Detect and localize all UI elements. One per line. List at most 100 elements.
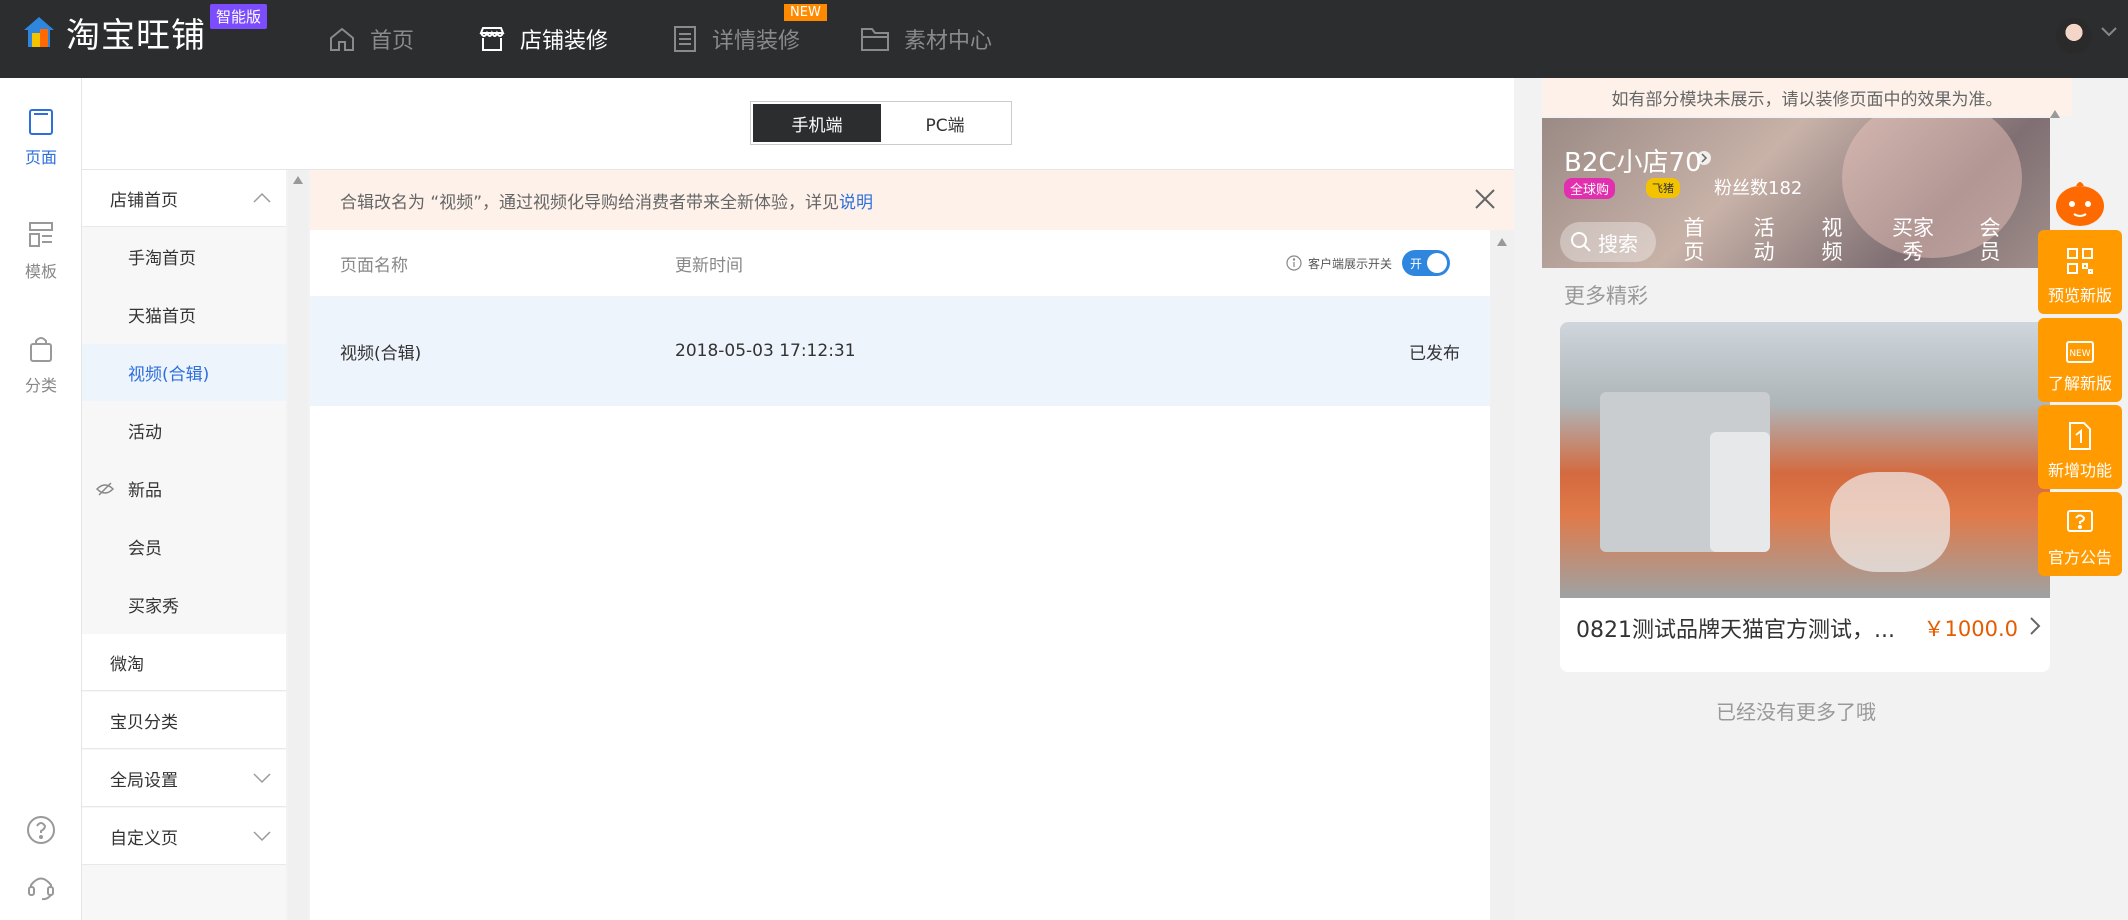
tree-item-label: 新品	[128, 481, 162, 501]
preview-new-version-button[interactable]: 预览新版	[2038, 230, 2122, 314]
tree-item-custom-page[interactable]: 自定义页	[82, 808, 286, 865]
shop-name[interactable]: B2C小店70	[1564, 142, 1702, 179]
rail-item-pages[interactable]: 页面	[0, 108, 82, 168]
search-label: 搜索	[1598, 231, 1638, 256]
tree-item-global-settings[interactable]: 全局设置	[82, 750, 286, 807]
chevron-down-icon[interactable]	[2100, 26, 2118, 38]
no-more-text: 已经没有更多了哦	[1716, 700, 1876, 724]
nav-detail-decoration[interactable]: 详情装修	[672, 20, 800, 58]
tree-item-mobile-home[interactable]: 手淘首页	[82, 228, 286, 285]
chevron-down-icon[interactable]	[252, 830, 272, 842]
chevron-right-icon	[2030, 617, 2041, 635]
video-thumbnail	[1560, 322, 2050, 598]
col-header-name: 页面名称	[340, 255, 408, 276]
scroll-up-arrow-icon[interactable]	[1497, 238, 1507, 246]
learn-new-version-button[interactable]: NEW 了解新版	[2038, 318, 2122, 402]
store-icon	[479, 27, 505, 51]
template-icon	[29, 222, 53, 247]
shop-tab-buyer-show[interactable]: 买家秀	[1882, 216, 1944, 264]
card-title: 0821测试品牌天猫官方测试，...	[1576, 618, 1895, 643]
logo-text: 淘宝旺铺	[66, 15, 206, 56]
home-icon	[330, 27, 354, 51]
tree-item-video-collection[interactable]: 视频(合辑)	[82, 344, 286, 401]
svg-text:NEW: NEW	[2069, 349, 2090, 359]
tree-item-weitao[interactable]: 微淘	[82, 634, 286, 691]
tree-item-label: 会员	[128, 539, 162, 559]
tree-item-tmall-home[interactable]: 天猫首页	[82, 286, 286, 343]
global-buy-badge: 全球购	[1564, 178, 1616, 199]
tree-item-label: 宝贝分类	[110, 712, 178, 733]
page-tree: 店铺首页 手淘首页 天猫首页 视频(合辑) 活动 新品 会员 买家秀 微淘 宝贝…	[82, 170, 286, 920]
tree-item-buyer-show[interactable]: 买家秀	[82, 576, 286, 633]
official-announcement-button[interactable]: 官方公告	[2038, 492, 2122, 576]
qr-code-icon	[2067, 248, 2093, 274]
float-button-label: 预览新版	[2047, 286, 2112, 305]
thumbnail-bag	[1830, 472, 1950, 572]
tree-item-label: 活动	[128, 423, 162, 443]
rail-item-pages-label: 页面	[24, 148, 57, 167]
tree-item-new-products[interactable]: 新品	[82, 460, 286, 517]
edition-badge: 智能版	[210, 4, 268, 29]
mobile-tab[interactable]: 手机端	[753, 104, 881, 142]
display-toggle[interactable]: 开	[1402, 250, 1450, 276]
folder-icon	[861, 28, 889, 51]
row-status: 已发布	[1409, 343, 1460, 364]
shop-tab-member[interactable]: 会员	[1970, 216, 2010, 264]
new-icon: NEW	[2066, 341, 2094, 363]
shop-tab-activity[interactable]: 活动	[1744, 216, 1784, 264]
user-avatar[interactable]	[2056, 18, 2092, 54]
tree-item-activity[interactable]: 活动	[82, 402, 286, 459]
logo[interactable]: 淘宝旺铺	[22, 10, 206, 56]
tree-item-shop-home[interactable]: 店铺首页	[82, 170, 286, 227]
notice-link[interactable]: 说明	[839, 188, 873, 213]
pc-tab[interactable]: PC端	[881, 104, 1009, 142]
more-section-title: 更多精彩	[1564, 284, 1648, 308]
nav-detail-decoration-label: 详情装修	[712, 29, 801, 54]
chevron-up-icon[interactable]	[252, 192, 272, 204]
info-icon	[1286, 255, 1302, 271]
tree-item-label: 天猫首页	[128, 307, 196, 327]
document-icon	[2069, 422, 2091, 450]
tree-item-label: 买家秀	[128, 597, 179, 617]
chevron-right-icon[interactable]	[1696, 150, 1712, 166]
shop-tab-home[interactable]: 首页	[1674, 216, 1714, 264]
float-button-label: 了解新版	[2047, 374, 2112, 393]
tree-item-product-category[interactable]: 宝贝分类	[82, 692, 286, 749]
tree-item-label: 自定义页	[110, 828, 178, 849]
table-row[interactable]: 视频(合辑) 2018-05-03 17:12:31 已发布	[310, 296, 1490, 406]
list-scrollbar[interactable]	[1490, 230, 1514, 920]
nav-shop-decoration-label: 店铺装修	[520, 29, 609, 54]
tree-item-label: 微淘	[110, 654, 144, 675]
preview-tip: 如有部分模块未展示，请以装修页面中的效果为准。	[1542, 78, 2072, 116]
new-tag: NEW	[784, 4, 827, 21]
scroll-up-arrow-icon[interactable]	[2050, 110, 2060, 118]
eye-hidden-icon	[96, 481, 114, 496]
help-icon[interactable]	[25, 814, 57, 846]
headset-icon[interactable]	[25, 870, 57, 902]
nav-material-center[interactable]: 素材中心	[860, 20, 992, 58]
mascot-icon[interactable]	[2052, 176, 2108, 232]
nav-home-label: 首页	[370, 29, 415, 54]
device-toggle: 手机端 PC端	[750, 101, 1012, 145]
fans-count: 粉丝数182	[1714, 178, 1803, 199]
tree-item-label: 全局设置	[110, 770, 178, 791]
tree-item-label: 手淘首页	[128, 249, 196, 269]
nav-home[interactable]: 首页	[328, 20, 414, 58]
chevron-down-icon[interactable]	[252, 772, 272, 784]
logo-house-icon	[22, 15, 56, 49]
scroll-up-arrow-icon[interactable]	[293, 176, 303, 184]
rail-item-templates[interactable]: 模板	[0, 220, 82, 282]
rail-item-categories[interactable]: 分类	[0, 334, 82, 396]
shop-tab-video[interactable]: 视频	[1812, 216, 1852, 264]
tree-scrollbar[interactable]	[288, 170, 308, 920]
col-header-time: 更新时间	[675, 255, 743, 276]
close-icon[interactable]	[1474, 188, 1496, 210]
switch-label: 客户端展示开关	[1307, 256, 1392, 271]
new-features-button[interactable]: 新增功能	[2038, 405, 2122, 489]
nav-shop-decoration[interactable]: 店铺装修	[478, 20, 608, 58]
video-card[interactable]: 0821测试品牌天猫官方测试，... ￥1000.0	[1560, 322, 2050, 672]
document-icon	[674, 26, 696, 52]
shop-search[interactable]: 搜索	[1560, 222, 1656, 262]
row-page-name: 视频(合辑)	[340, 343, 422, 364]
tree-item-member[interactable]: 会员	[82, 518, 286, 575]
